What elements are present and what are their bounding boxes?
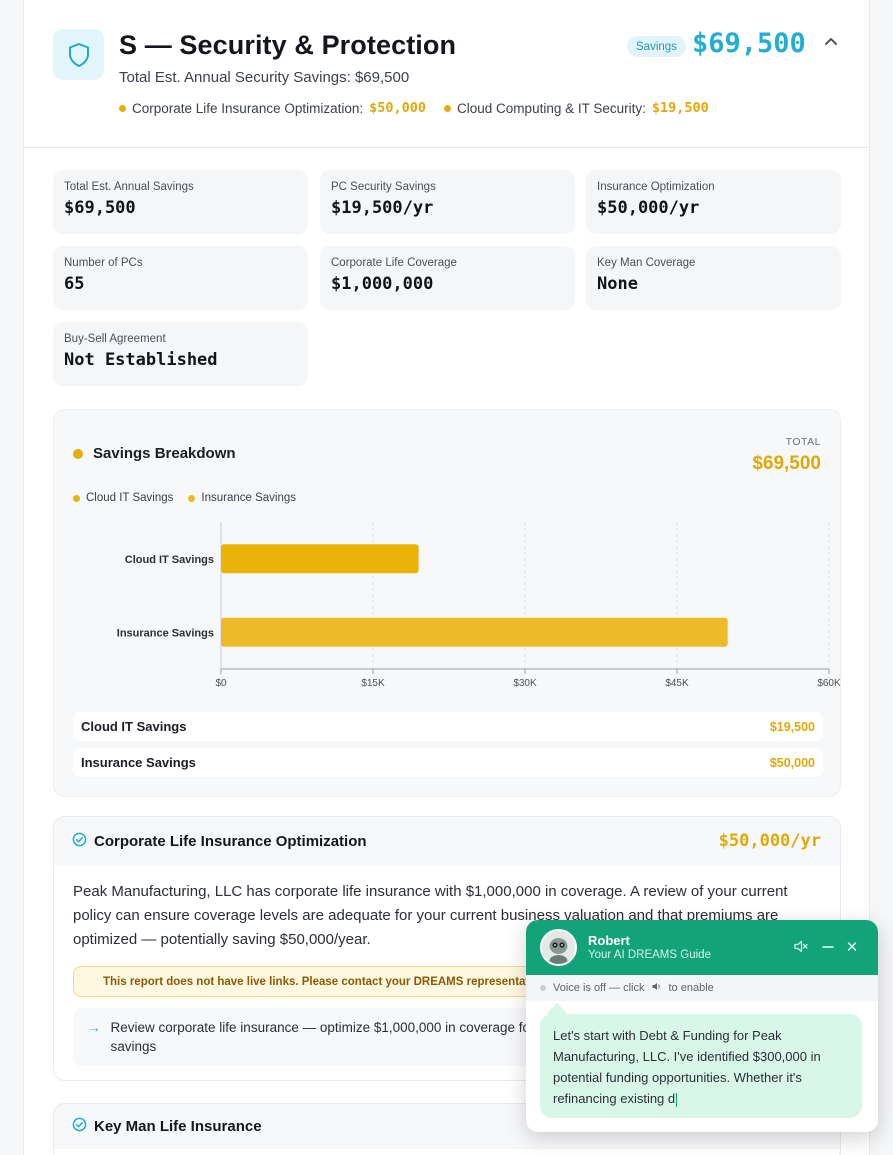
- message-text: Let's start with Debt & Funding for Peak…: [553, 1028, 821, 1106]
- status-dot: [540, 985, 546, 991]
- voice-status-text: Voice is off — click: [553, 982, 645, 994]
- stat-tile: Number of PCs 65: [53, 246, 308, 310]
- row-amount: $50,000: [769, 755, 815, 770]
- x-tick-label: $15K: [361, 678, 385, 689]
- total-label: TOTAL: [785, 436, 821, 448]
- x-tick-label: $60K: [817, 678, 841, 689]
- assistant-name: Robert: [588, 933, 630, 948]
- mute-icon[interactable]: [794, 940, 808, 956]
- title-dot: [73, 448, 83, 459]
- bar: [221, 617, 728, 647]
- robot-avatar: [540, 929, 577, 966]
- y-category-label: Cloud IT Savings: [125, 554, 214, 566]
- summary-label: Cloud Computing & IT Security:: [457, 100, 646, 116]
- stat-tile: Total Est. Annual Savings $69,500: [53, 170, 308, 234]
- page-subtitle: Total Est. Annual Security Savings: $69,…: [119, 69, 410, 86]
- row-amount: $19,500: [769, 719, 815, 734]
- legend-label: Insurance Savings: [201, 492, 296, 504]
- summary-label: Corporate Life Insurance Optimization:: [132, 100, 364, 116]
- breakdown-title-text: Savings Breakdown: [93, 445, 236, 462]
- legend-label: Cloud IT Savings: [86, 492, 174, 504]
- x-tick-label: $30K: [513, 678, 537, 689]
- summary-item: Corporate Life Insurance Optimization: $…: [119, 100, 426, 116]
- typing-caret: [676, 1092, 678, 1107]
- section-title: Corporate Life Insurance Optimization: [94, 832, 367, 850]
- stat-label: Buy-Sell Agreement: [64, 333, 166, 345]
- row-label: Insurance Savings: [81, 755, 196, 770]
- bullet-dot: [444, 104, 452, 112]
- stat-label: Number of PCs: [64, 257, 143, 269]
- stat-value: $50,000/yr: [597, 198, 700, 218]
- stat-value: None: [597, 274, 638, 294]
- stat-tile: Insurance Optimization $50,000/yr: [586, 170, 841, 234]
- stat-value: Not Established: [64, 350, 218, 370]
- chevron-up-icon[interactable]: [821, 32, 841, 52]
- breakdown-row: Insurance Savings $50,000: [73, 748, 823, 777]
- stat-value: $19,500/yr: [331, 198, 434, 218]
- header-summary: Corporate Life Insurance Optimization: $…: [119, 100, 709, 116]
- breakdown-row: Cloud IT Savings $19,500: [73, 712, 823, 741]
- section-amount: $50,000/yr: [718, 831, 821, 851]
- legend-item[interactable]: Cloud IT Savings: [73, 492, 173, 504]
- section-header[interactable]: S — Security & Protection Total Est. Ann…: [24, 0, 869, 148]
- minimize-icon[interactable]: [822, 940, 834, 956]
- savings-breakdown-panel: Savings Breakdown TOTAL $69,500 Cloud IT…: [53, 409, 841, 797]
- summary-value: $19,500: [651, 100, 709, 116]
- ai-guide-chat-widget[interactable]: Robert Your AI DREAMS Guide Voice is off…: [526, 920, 878, 1132]
- bar: [221, 544, 419, 574]
- recommendation-text: Review corporate life insurance — optimi…: [110, 1020, 530, 1035]
- voice-status-text-end: to enable: [668, 982, 714, 994]
- check-circle-icon: [72, 832, 87, 851]
- arrow-right-icon: →: [87, 1020, 101, 1035]
- bullet-dot: [119, 104, 126, 112]
- section-head[interactable]: Corporate Life Insurance Optimization $5…: [54, 817, 840, 865]
- shield-icon: [53, 29, 104, 80]
- assistant-role: Your AI DREAMS Guide: [588, 949, 711, 961]
- breakdown-title: Savings Breakdown: [73, 445, 236, 462]
- recommendation-text-cont: savings: [110, 1039, 157, 1054]
- x-tick-label: $45K: [665, 678, 689, 689]
- legend-item[interactable]: Insurance Savings: [188, 492, 296, 504]
- stat-value: $69,500: [64, 198, 136, 218]
- page-title: S — Security & Protection: [119, 30, 457, 60]
- stat-label: Corporate Life Coverage: [331, 257, 457, 269]
- savings-badge: Savings: [627, 36, 686, 57]
- stat-label: Total Est. Annual Savings: [64, 181, 194, 193]
- stat-label: PC Security Savings: [331, 181, 436, 193]
- stat-tile: Corporate Life Coverage $1,000,000: [320, 246, 575, 310]
- stat-label: Insurance Optimization: [597, 181, 715, 193]
- stat-tile: PC Security Savings $19,500/yr: [320, 170, 575, 234]
- y-category-label: Insurance Savings: [117, 627, 214, 639]
- check-circle-icon: [72, 1117, 87, 1136]
- summary-value: $50,000: [369, 100, 427, 116]
- savings-bar-chart: $0 $15K $30K $45K $60K Cloud IT Savings Insura…: [117, 522, 841, 689]
- stat-value: 65: [64, 274, 85, 294]
- chat-header: Robert Your AI DREAMS Guide: [526, 920, 878, 975]
- summary-item: Cloud Computing & IT Security: $19,500: [444, 100, 709, 116]
- legend-swatch: [73, 494, 80, 502]
- x-tick-label: $0: [215, 678, 227, 689]
- stat-label: Key Man Coverage: [597, 257, 696, 269]
- assistant-message: Let's start with Debt & Funding for Peak…: [540, 1014, 862, 1118]
- close-icon[interactable]: [846, 940, 858, 956]
- speaker-icon: [652, 982, 662, 994]
- voice-status[interactable]: Voice is off — click to enable: [526, 975, 878, 1001]
- stat-tile: Buy-Sell Agreement Not Established: [53, 322, 308, 386]
- stat-value: $1,000,000: [331, 274, 434, 294]
- header-amount: $69,500: [692, 28, 806, 59]
- total-value: $69,500: [752, 453, 821, 474]
- section-title: Key Man Life Insurance: [94, 1118, 262, 1135]
- row-label: Cloud IT Savings: [81, 719, 187, 734]
- legend-swatch: [188, 494, 196, 502]
- chart-legend: Cloud IT Savings Insurance Savings: [73, 492, 296, 504]
- stat-tile: Key Man Coverage None: [586, 246, 841, 310]
